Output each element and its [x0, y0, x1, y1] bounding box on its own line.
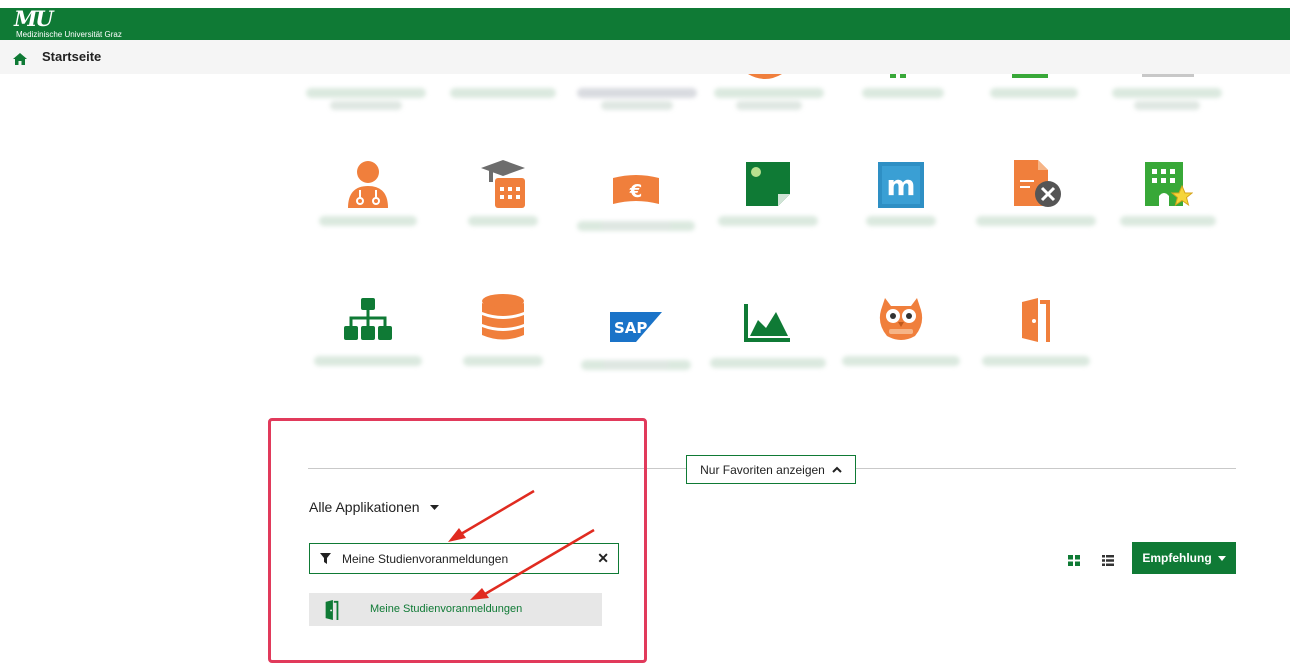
partial-tile-icon: [890, 74, 906, 78]
blurred-app-label[interactable]: [1112, 88, 1222, 98]
blurred-app-label: [718, 216, 818, 226]
partial-tile-icon: [1142, 74, 1194, 77]
blurred-app-label[interactable]: [862, 88, 944, 98]
breadcrumb-startseite[interactable]: Startseite: [42, 49, 101, 64]
org-chart-icon: [344, 298, 392, 340]
app-tile[interactable]: [308, 161, 428, 226]
euro-banknote-icon: €: [613, 175, 659, 204]
partial-tile-icon: [748, 74, 782, 79]
annotation-highlight-box: [268, 418, 647, 663]
app-tile[interactable]: [841, 298, 961, 366]
database-icon: [482, 294, 524, 340]
svg-text:€: €: [629, 181, 643, 202]
home-icon[interactable]: [13, 52, 27, 70]
caret-down-icon: [1217, 555, 1226, 561]
recommendation-dropdown-button[interactable]: Empfehlung: [1132, 542, 1236, 574]
door-icon: [1022, 298, 1050, 342]
app-tile[interactable]: [443, 160, 563, 226]
list-view-icon[interactable]: [1102, 553, 1114, 571]
university-name: Medizinische Universität Graz: [16, 30, 122, 39]
blurred-app-label: [463, 356, 543, 366]
sticky-note-icon: [746, 162, 790, 206]
area-chart-icon: [744, 304, 790, 342]
favorites-toggle-label: Nur Favoriten anzeigen: [700, 462, 825, 477]
app-tile[interactable]: €: [576, 164, 696, 231]
svg-text:SAP: SAP: [614, 319, 647, 337]
app-tile[interactable]: [708, 298, 828, 368]
graduation-calendar-icon: [481, 160, 525, 208]
blurred-app-label: [982, 356, 1090, 366]
blurred-app-label[interactable]: [450, 88, 556, 98]
university-logo[interactable]: MU: [14, 8, 54, 30]
partial-tile-icon: [1012, 74, 1048, 78]
blurred-app-label: [314, 356, 422, 366]
blurred-app-label: [866, 216, 936, 226]
blurred-app-label: [842, 356, 960, 366]
blurred-app-label: [1120, 216, 1216, 226]
blurred-app-label[interactable]: [306, 88, 426, 98]
app-tile[interactable]: m: [841, 162, 961, 226]
app-tile[interactable]: [708, 162, 828, 226]
app-tile[interactable]: [308, 298, 428, 366]
top-header-bar: MU Medizinische Universität Graz: [0, 8, 1290, 40]
blurred-app-label[interactable]: [714, 88, 824, 98]
blurred-app-label[interactable]: [577, 88, 697, 98]
breadcrumb: Startseite: [0, 40, 1290, 74]
blurred-app-label: [581, 360, 691, 370]
app-tile[interactable]: [976, 298, 1096, 366]
blurred-app-label: [976, 216, 1096, 226]
app-tile[interactable]: [1108, 162, 1228, 226]
blurred-app-label: [710, 358, 826, 368]
favorites-toggle-button[interactable]: Nur Favoriten anzeigen: [686, 455, 856, 484]
blurred-app-label: [319, 216, 417, 226]
app-tile[interactable]: SAP: [576, 298, 696, 370]
blurred-app-label: [468, 216, 538, 226]
recommendation-label: Empfehlung: [1142, 551, 1212, 565]
app-tile[interactable]: [976, 160, 1096, 226]
m-app-icon: m: [878, 162, 924, 208]
sap-logo-icon: SAP: [610, 312, 662, 342]
document-settings-icon: [1014, 160, 1061, 207]
chevron-up-icon: [832, 466, 842, 473]
grid-view-icon[interactable]: [1068, 553, 1080, 571]
building-star-icon: [1145, 162, 1193, 207]
blurred-app-label: [577, 221, 695, 231]
svg-text:m: m: [886, 169, 915, 202]
app-tile[interactable]: [443, 294, 563, 366]
owl-icon: [879, 298, 923, 340]
doctor-icon: [348, 161, 388, 208]
blurred-app-label[interactable]: [990, 88, 1078, 98]
